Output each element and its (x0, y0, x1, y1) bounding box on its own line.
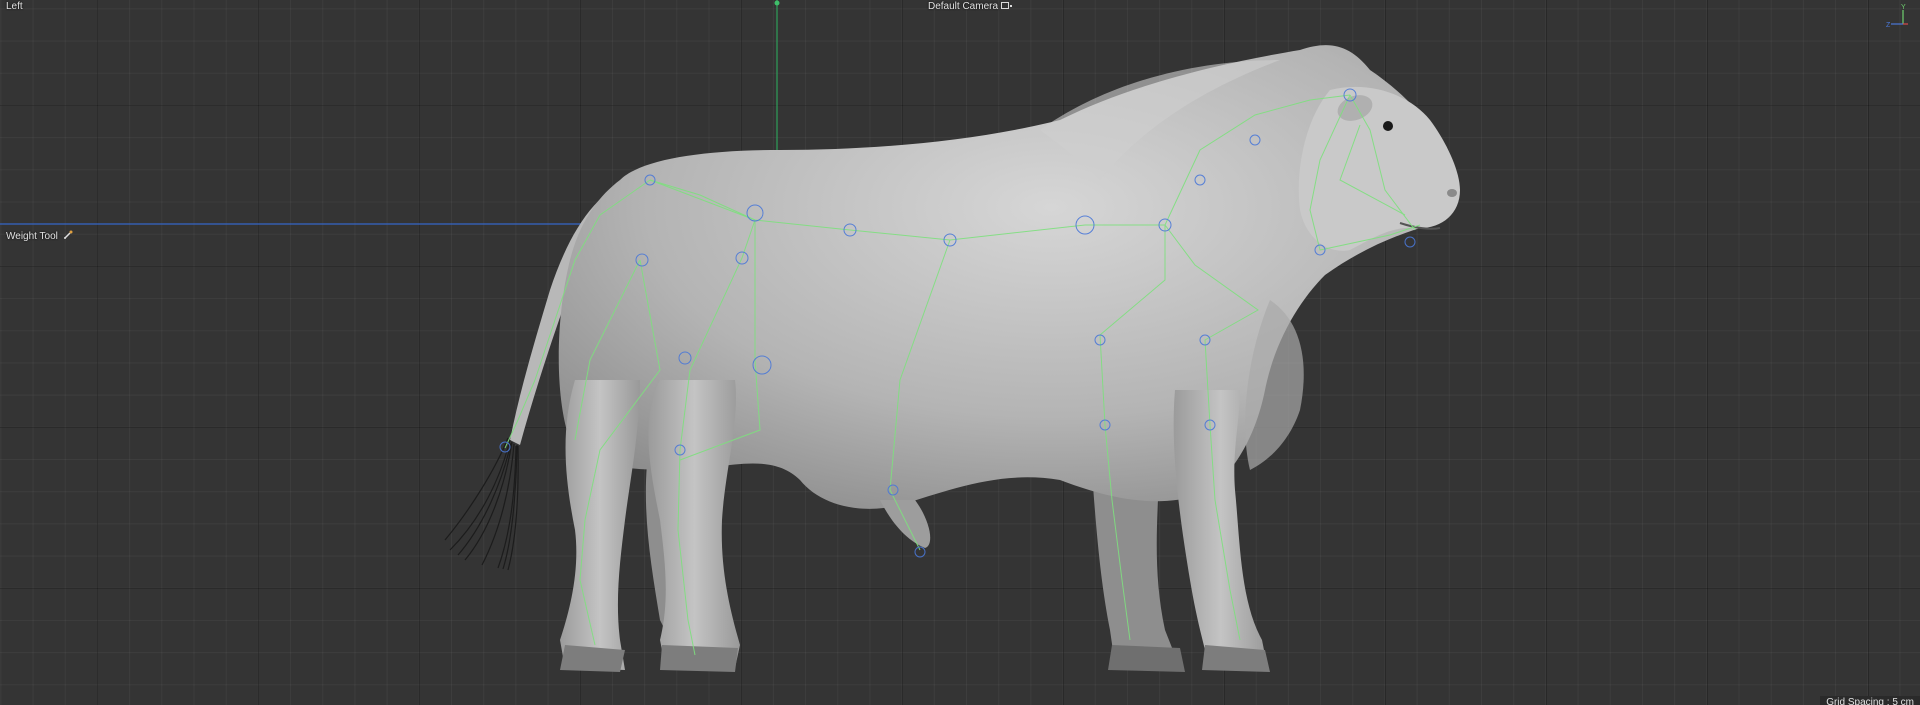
eye (1383, 121, 1393, 131)
3d-viewport[interactable]: Left Default Camera Weight Tool Y Z Grid… (0, 0, 1920, 705)
view-name-label[interactable]: Left (6, 1, 23, 12)
near-hind-leg (648, 380, 740, 668)
active-tool-name: Weight Tool (6, 231, 58, 243)
camera-icon[interactable] (1001, 1, 1010, 9)
viewport-scene[interactable] (0, 0, 1920, 705)
active-tool-label: Weight Tool (6, 230, 73, 243)
tail-brush (444, 437, 519, 571)
sheath (880, 500, 931, 548)
nostril (1447, 189, 1457, 197)
grid-spacing-readout: Grid Spacing : 5 cm (1820, 696, 1920, 705)
world-y-axis-tip (774, 0, 780, 6)
weight-brush-icon (63, 230, 73, 243)
camera-indicator-icon (1010, 5, 1013, 8)
axis-z-label: Z (1886, 22, 1891, 29)
camera-name[interactable]: Default Camera (928, 1, 998, 12)
axis-y-label: Y (1901, 4, 1906, 11)
camera-selector[interactable]: Default Camera (928, 1, 1013, 12)
hoof (1108, 645, 1185, 672)
near-hind-leg-2 (560, 380, 640, 670)
hoof (660, 645, 738, 672)
axis-orientation-gizmo[interactable]: Y Z (1886, 4, 1912, 35)
bull-mesh (444, 45, 1460, 672)
